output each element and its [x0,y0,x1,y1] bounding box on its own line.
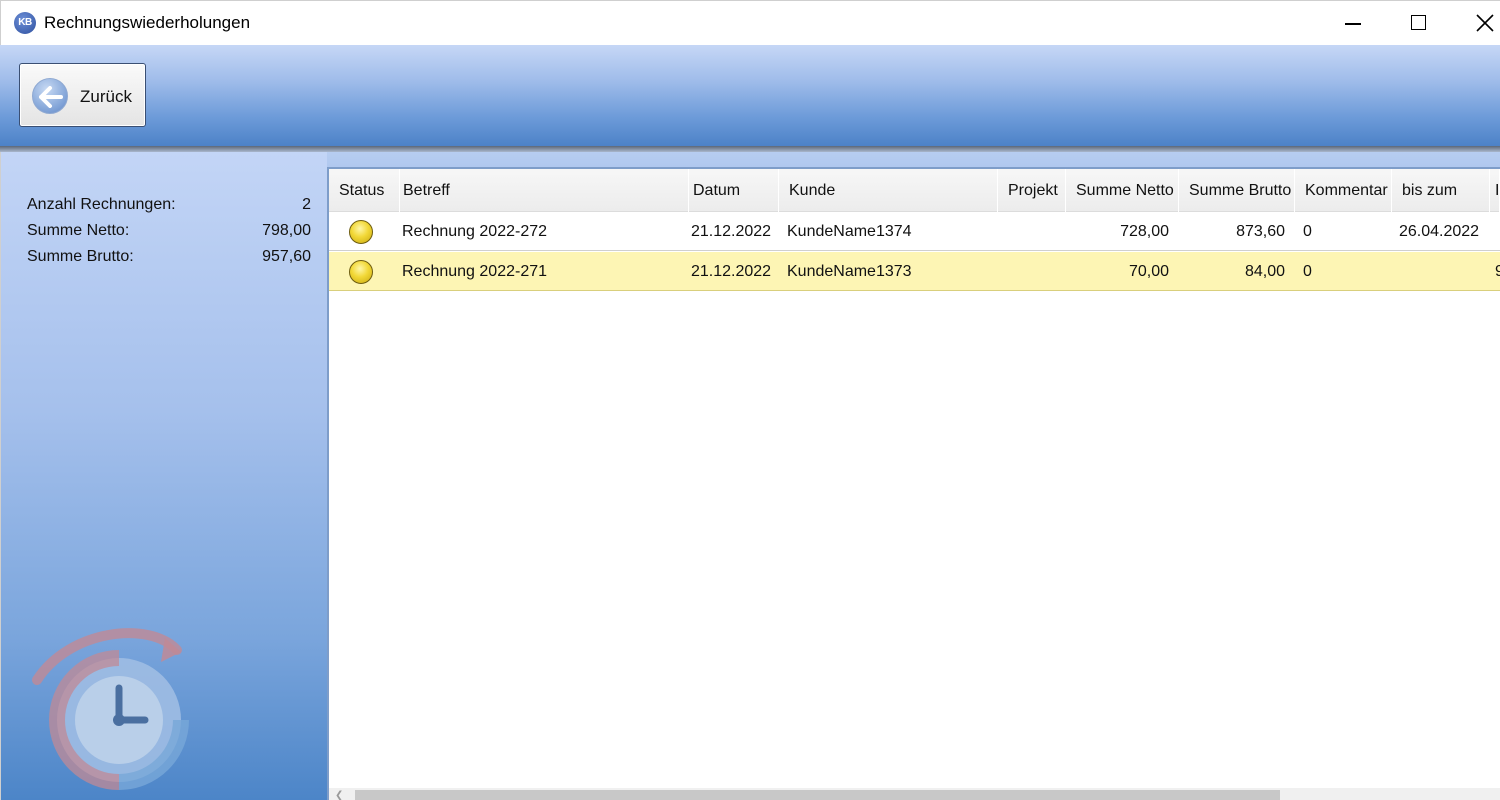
summary-label: Anzahl Rechnungen: [27,196,176,213]
maximize-button[interactable] [1387,1,1453,46]
minimize-icon [1345,23,1361,25]
back-button-label: Zurück [80,87,132,106]
status-indicator-icon [349,220,373,244]
app-icon: KB [14,12,36,34]
table-row[interactable]: Rechnung 2022-272 21.12.2022 KundeName13… [329,212,1500,251]
status-indicator-icon [349,260,373,284]
summary-netto-row: Summe Netto: 798,00 [27,222,311,246]
summary-value: 957,60 [262,248,311,265]
cell-extra [1495,212,1500,251]
column-header-projekt[interactable]: Projekt [998,169,1066,212]
arrow-left-icon [32,78,68,114]
column-header-summe-netto[interactable]: Summe Netto [1066,169,1179,212]
column-header-kunde[interactable]: Kunde [779,169,998,212]
summary-sidebar: Anzahl Rechnungen: 2 Summe Netto: 798,00… [0,152,327,800]
toolbar: Zurück [0,45,1500,148]
cell-kunde: KundeName1374 [787,223,912,240]
cell-summe-netto: 728,00 [1120,223,1169,240]
cell-kunde: KundeName1373 [787,263,912,280]
cell-extra: 9 [1495,263,1500,280]
maximize-icon [1411,15,1426,30]
column-header-summe-brutto[interactable]: Summe Brutto [1179,169,1295,212]
back-button[interactable]: Zurück [19,63,146,127]
cell-betreff: Rechnung 2022-271 [402,263,548,280]
column-header-status[interactable]: Status [329,169,400,212]
summary-count-row: Anzahl Rechnungen: 2 [27,196,311,220]
recurring-clock-icon [32,628,189,790]
scroll-left-icon[interactable]: ❮ [335,790,343,800]
grid-top-spacer [327,152,1500,167]
summary-brutto-row: Summe Brutto: 957,60 [27,248,311,272]
column-header-bis-zum[interactable]: bis zum [1392,169,1490,212]
horizontal-scrollbar[interactable]: ❮ [329,788,1500,800]
cell-projekt [1006,212,1066,251]
title-bar: KB Rechnungswiederholungen [0,0,1500,45]
summary-value: 2 [302,196,311,213]
cell-datum: 21.12.2022 [691,263,772,280]
summary-label: Summe Netto: [27,222,130,239]
column-header-extra[interactable]: I [1490,169,1500,212]
scrollbar-thumb[interactable] [355,790,1280,800]
column-header-datum[interactable]: Datum [683,169,779,212]
cell-bis-zum: 26.04.2022 [1399,223,1480,240]
summary-value: 798,00 [262,222,311,239]
cell-kommentar: 0 [1303,263,1312,280]
cell-betreff: Rechnung 2022-272 [402,223,548,240]
cell-datum: 21.12.2022 [691,223,772,240]
cell-summe-brutto: 84,00 [1244,263,1285,280]
close-icon [1476,14,1494,32]
column-header-betreff[interactable]: Betreff [393,169,689,212]
cell-bis-zum [1399,252,1489,291]
cell-summe-brutto: 873,60 [1236,223,1285,240]
close-button[interactable] [1453,1,1500,46]
summary-label: Summe Brutto: [27,248,134,265]
window-title: Rechnungswiederholungen [44,13,251,32]
column-header-kommentar[interactable]: Kommentar [1295,169,1392,212]
invoice-grid: Status Betreff Datum Kunde Projekt Summe… [327,167,1500,800]
cell-kommentar: 0 [1303,223,1312,240]
table-row-selected[interactable]: Rechnung 2022-271 21.12.2022 KundeName13… [329,252,1500,291]
grid-header: Status Betreff Datum Kunde Projekt Summe… [329,169,1500,212]
cell-projekt [1006,252,1066,291]
cell-summe-netto: 70,00 [1128,263,1169,280]
minimize-button[interactable] [1321,1,1387,46]
